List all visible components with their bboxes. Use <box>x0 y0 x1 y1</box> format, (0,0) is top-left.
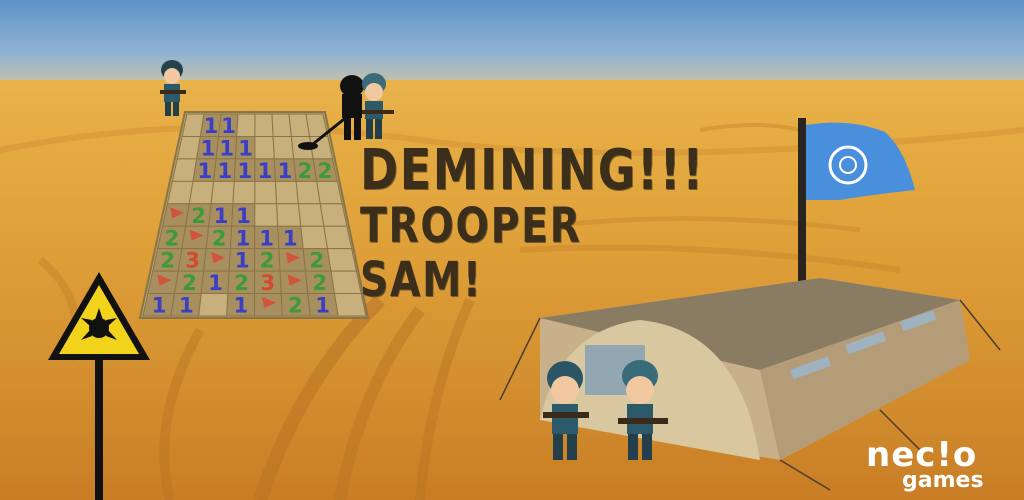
un-flag-icon <box>806 122 915 200</box>
camp <box>499 118 1001 491</box>
game-scene: 11111111112221122111231222123211121 DEMI… <box>0 0 1024 500</box>
logo-top: nec!o <box>866 435 978 475</box>
flag-pole <box>798 118 806 288</box>
publisher-logo: nec!o games <box>866 435 984 492</box>
